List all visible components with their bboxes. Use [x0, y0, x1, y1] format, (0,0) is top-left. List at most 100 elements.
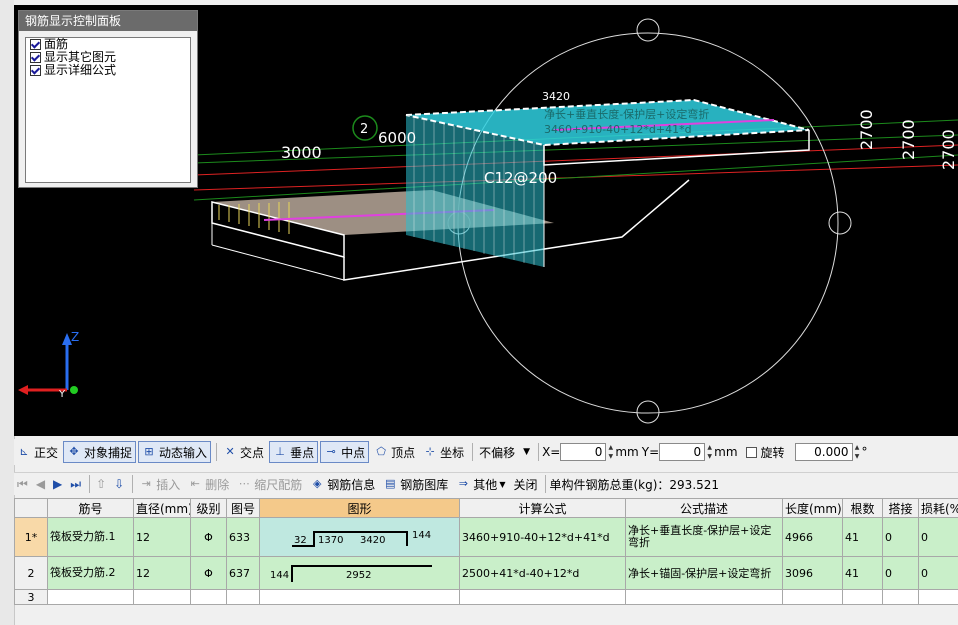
empty-cell[interactable] — [459, 589, 626, 605]
checkbox[interactable] — [30, 52, 41, 63]
cell-formula-desc[interactable]: 净长+锚固-保护层+设定弯折 — [625, 556, 783, 590]
cell-shape[interactable]: 32 1370 3420 144 — [259, 517, 460, 557]
checkbox[interactable] — [30, 65, 41, 76]
cell-loss[interactable]: 0 — [918, 556, 958, 590]
x-unit: mm — [615, 445, 639, 459]
col-header-grade[interactable]: 级别 — [190, 498, 227, 518]
cell-diameter[interactable]: 12 — [133, 556, 191, 590]
col-header-shape[interactable]: 图形 — [259, 498, 460, 518]
cell-diameter[interactable]: 12 — [133, 517, 191, 557]
col-header-lap[interactable]: 搭接 — [882, 498, 919, 518]
col-header-bar-no[interactable]: 筋号 — [47, 498, 134, 518]
row-index[interactable]: 3 — [14, 589, 48, 605]
delete-button[interactable]: ⇤ 删除 — [185, 474, 232, 494]
cell-length[interactable]: 4966 — [782, 517, 843, 557]
cell-length[interactable]: 3096 — [782, 556, 843, 590]
info-icon: ◈ — [313, 477, 322, 490]
cell-count[interactable]: 41 — [842, 556, 883, 590]
scale-rebar-button[interactable]: ⋯ 缩尺配筋 — [234, 474, 305, 494]
col-header-count[interactable]: 根数 — [842, 498, 883, 518]
cell-loss[interactable]: 0 — [918, 517, 958, 557]
cell-formula[interactable]: 3460+910-40+12*d+41*d — [459, 517, 626, 557]
close-button[interactable]: 关闭 — [510, 474, 540, 494]
dim-6000: 6000 — [378, 129, 416, 147]
rotate-input[interactable]: 0.000 — [794, 443, 853, 461]
empty-cell[interactable] — [918, 589, 958, 605]
rebar-display-control-panel: 钢筋显示控制面板 面筋 显示其它图元 显示详细公式 — [18, 10, 198, 188]
rebar-note-label: C12@200 — [484, 169, 557, 187]
coordinate-button[interactable]: ⊹ 坐标 — [420, 442, 467, 462]
dim-2700-b: 2700 — [899, 119, 918, 160]
insert-button[interactable]: ⇥ 插入 — [136, 474, 183, 494]
cell-shape[interactable]: 144 2952 — [259, 556, 460, 590]
empty-cell[interactable] — [259, 589, 460, 605]
col-header-formula[interactable]: 计算公式 — [459, 498, 626, 518]
col-header-diameter[interactable]: 直径(mm) — [133, 498, 191, 518]
empty-cell[interactable] — [133, 589, 191, 605]
y-spinner[interactable]: ▲ ▼ — [705, 443, 714, 461]
x-spinner[interactable]: ▲ ▼ — [606, 443, 615, 461]
empty-cell[interactable] — [190, 589, 227, 605]
separator — [545, 475, 547, 493]
panel-options-box: 面筋 显示其它图元 显示详细公式 — [25, 37, 191, 183]
table-row[interactable]: 1* 筏板受力筋.1 12 Φ 633 32 1370 3420 144 346… — [14, 517, 958, 557]
move-up-button[interactable]: ⇧ — [93, 474, 109, 494]
object-snap-button[interactable]: ✥ 对象捕捉 — [63, 441, 137, 463]
prev-record-button[interactable]: ◀ — [33, 474, 48, 494]
table-header-row: 筋号 直径(mm) 级别 图号 图形 计算公式 公式描述 长度(mm) 根数 搭… — [14, 498, 958, 518]
option-show-detailed-formula[interactable]: 显示详细公式 — [26, 64, 190, 77]
other-icon: ⇒ — [458, 477, 468, 490]
y-input[interactable]: 0 — [659, 443, 706, 461]
snap-icon: ✥ — [69, 445, 79, 458]
table-row[interactable]: 2 筏板受力筋.2 12 Φ 637 144 2952 2500+41*d-40… — [14, 556, 958, 590]
axis-label-2: 2 — [360, 122, 368, 137]
empty-cell[interactable] — [782, 589, 843, 605]
svg-text:1370: 1370 — [318, 535, 343, 546]
next-record-button[interactable]: ▶ — [50, 474, 65, 494]
empty-cell[interactable] — [47, 589, 134, 605]
cell-bar-name[interactable]: 筏板受力筋.1 — [47, 517, 134, 557]
cell-bar-name[interactable]: 筏板受力筋.2 — [47, 556, 134, 590]
checkbox[interactable] — [30, 39, 41, 50]
last-record-button[interactable]: ⏭ — [67, 474, 84, 494]
move-down-button[interactable]: ⇩ — [111, 474, 127, 494]
cell-grade[interactable]: Φ — [190, 517, 227, 557]
empty-cell[interactable] — [226, 589, 260, 605]
cell-formula-desc[interactable]: 净长+垂直长度-保护层+设定弯折 — [625, 517, 783, 557]
first-record-button[interactable]: ⏮ — [14, 474, 31, 494]
rotate-spinner[interactable]: ▲ ▼ — [853, 443, 862, 461]
separator — [472, 443, 474, 461]
col-header-length[interactable]: 长度(mm) — [782, 498, 843, 518]
col-header-formula-desc[interactable]: 公式描述 — [625, 498, 783, 518]
col-header-loss[interactable]: 损耗(%) — [918, 498, 958, 518]
vertex-button[interactable]: ⬠ 顶点 — [371, 442, 418, 462]
cell-fig-no[interactable]: 633 — [226, 517, 260, 557]
other-menu-button[interactable]: ⇒ 其他 ▼ — [453, 474, 508, 494]
dynamic-input-button[interactable]: ⊞ 动态输入 — [138, 441, 212, 463]
cell-lap[interactable]: 0 — [882, 517, 919, 557]
rebar-library-button[interactable]: ▤ 钢筋图库 — [380, 474, 451, 494]
circle-handle-top — [636, 18, 660, 42]
orthogonal-button[interactable]: ⊾ 正交 — [14, 442, 61, 462]
dim-2700-c: 2700 — [939, 129, 958, 170]
x-input[interactable]: 0 — [560, 443, 607, 461]
midpoint-button[interactable]: ⊸ 中点 — [320, 441, 370, 463]
empty-cell[interactable] — [625, 589, 783, 605]
row-index[interactable]: 2 — [14, 556, 48, 590]
empty-cell[interactable] — [882, 589, 919, 605]
col-header-fig-no[interactable]: 图号 — [226, 498, 260, 518]
intersection-button[interactable]: ✕ 交点 — [220, 442, 267, 462]
empty-cell[interactable] — [842, 589, 883, 605]
cell-count[interactable]: 41 — [842, 517, 883, 557]
cell-grade[interactable]: Φ — [190, 556, 227, 590]
rotate-checkbox[interactable] — [745, 446, 757, 458]
cell-fig-no[interactable]: 637 — [226, 556, 260, 590]
table-row[interactable]: 3 — [14, 589, 958, 605]
perpendicular-button[interactable]: ⊥ 垂点 — [269, 441, 319, 463]
x-axis-dot — [70, 386, 78, 394]
cell-lap[interactable]: 0 — [882, 556, 919, 590]
cell-formula[interactable]: 2500+41*d-40+12*d — [459, 556, 626, 590]
row-index[interactable]: 1* — [14, 517, 48, 557]
rebar-info-button[interactable]: ◈ 钢筋信息 — [307, 474, 378, 494]
offset-dropdown[interactable]: 不偏移 ▼ — [476, 442, 533, 462]
